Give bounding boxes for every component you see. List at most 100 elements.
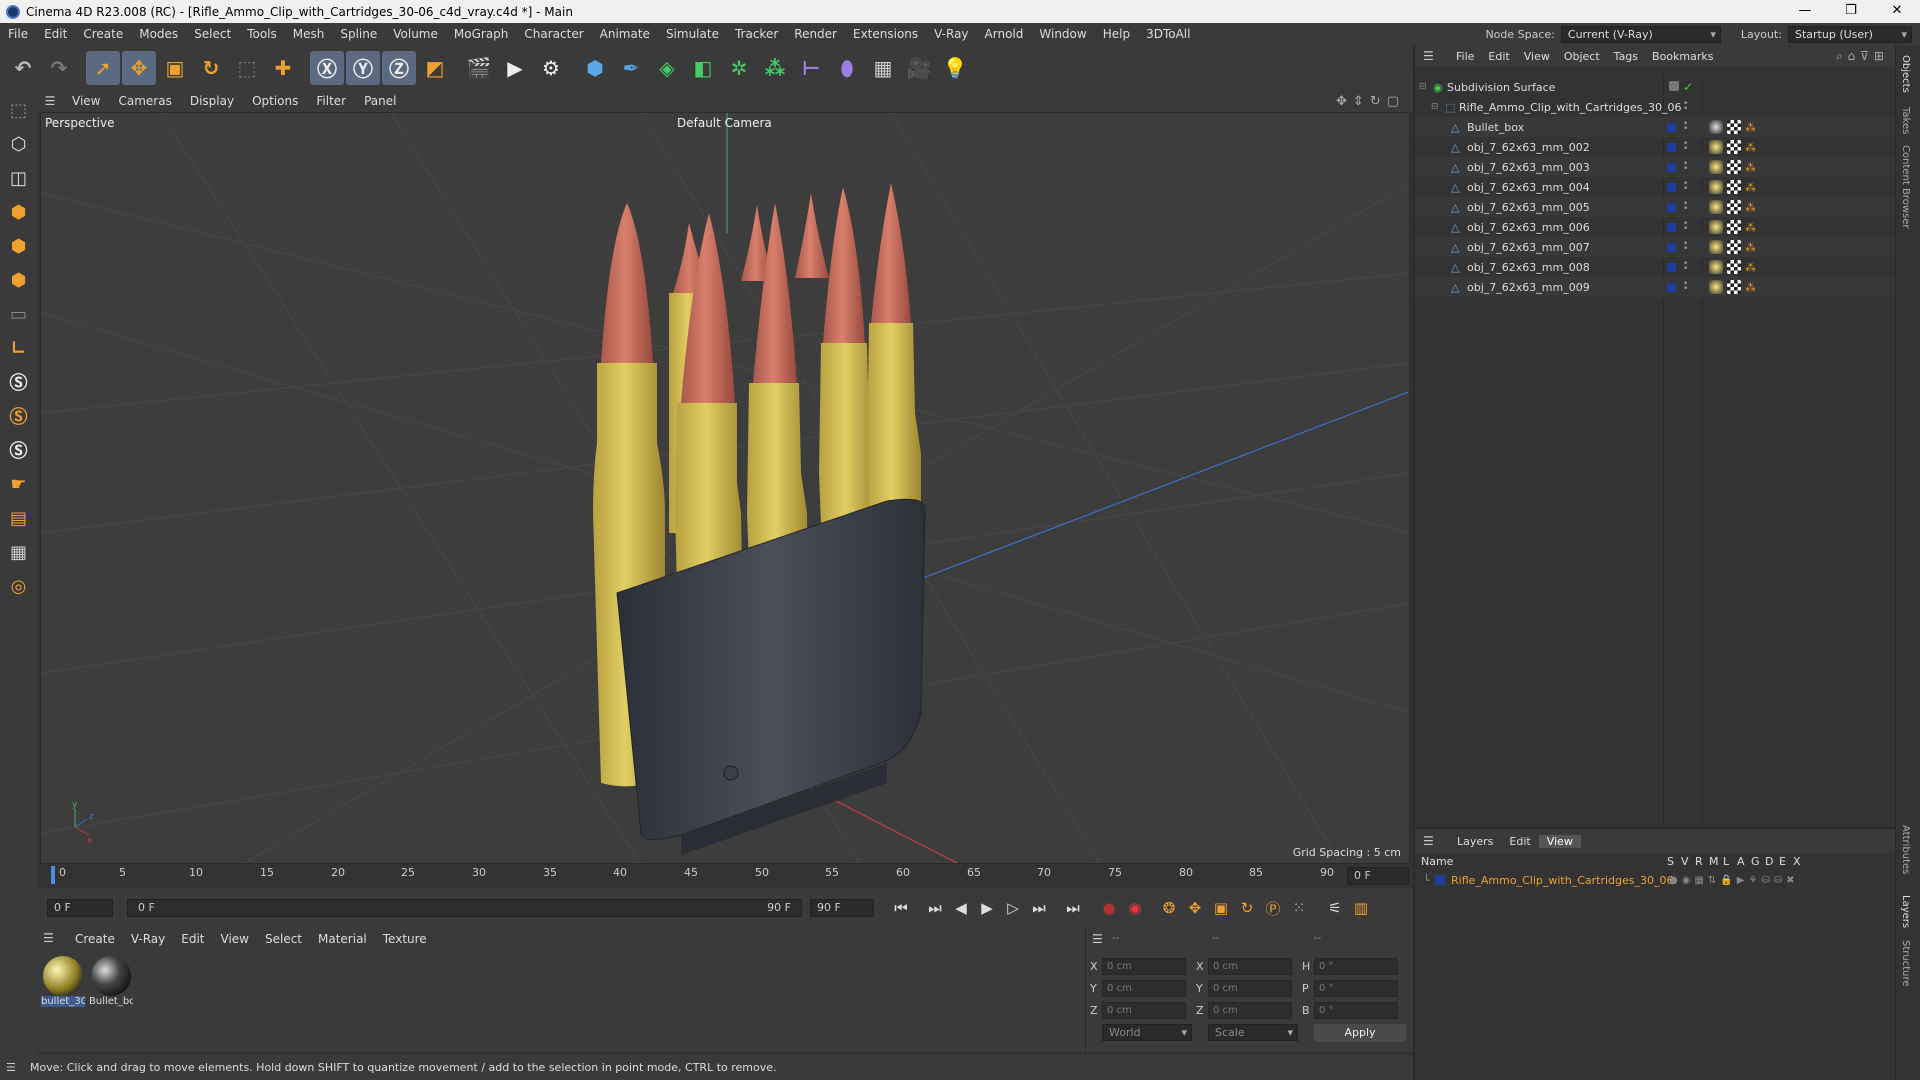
menu-help[interactable]: Help bbox=[1095, 27, 1138, 41]
snap-icon[interactable]: Ⓢ bbox=[3, 366, 35, 398]
material-swatch[interactable]: bullet_30 bbox=[41, 956, 85, 1007]
object-row[interactable]: ⊟ ⬚ Rifle_Ammo_Clip_with_Cartridges_30_0… bbox=[1415, 97, 1897, 117]
material-tag-icon[interactable] bbox=[1709, 200, 1723, 214]
visibility-dots-icon[interactable]: • • bbox=[1683, 160, 1688, 174]
obj-menu-edit[interactable]: Edit bbox=[1481, 50, 1516, 63]
vray-tag-icon[interactable]: ⁂ bbox=[1745, 181, 1756, 194]
point-level-icon[interactable]: ⁙ bbox=[1286, 895, 1312, 921]
vp-menu-options[interactable]: Options bbox=[243, 94, 307, 108]
extrude-generator-icon[interactable]: ◧ bbox=[686, 51, 720, 85]
camera-icon[interactable]: 🎥 bbox=[902, 51, 936, 85]
object-row[interactable]: ⊟ ◉ Subdivision Surface ✓ bbox=[1415, 77, 1897, 97]
coordinate-space-dropdown[interactable]: World bbox=[1102, 1024, 1192, 1041]
layer-color-swatch[interactable] bbox=[1667, 243, 1676, 252]
texture-tag-icon[interactable] bbox=[1727, 200, 1741, 214]
size-y-field[interactable]: 0 cm bbox=[1208, 980, 1292, 997]
next-frame-icon[interactable]: ▷ bbox=[1000, 895, 1026, 921]
maximize-button[interactable]: ❐ bbox=[1828, 0, 1874, 23]
visibility-dots-icon[interactable]: • • bbox=[1683, 140, 1688, 154]
coordinates-menu-icon[interactable]: ☰ bbox=[1092, 932, 1103, 946]
layer-color-swatch[interactable] bbox=[1669, 81, 1679, 91]
layer-color-swatch[interactable] bbox=[1667, 123, 1676, 132]
solo-icon[interactable]: ◎ bbox=[3, 570, 35, 602]
close-button[interactable]: ✕ bbox=[1874, 0, 1920, 23]
enabled-check-icon[interactable]: ✓ bbox=[1683, 80, 1693, 94]
mat-menu-vray[interactable]: V-Ray bbox=[123, 932, 173, 946]
obj-menu-tags[interactable]: Tags bbox=[1607, 50, 1645, 63]
material-menu-icon[interactable]: ☰ bbox=[43, 931, 54, 945]
layer-color-swatch[interactable] bbox=[1667, 163, 1676, 172]
previous-frame-icon[interactable]: ◀ bbox=[948, 895, 974, 921]
tab-layers[interactable]: Layers bbox=[1900, 895, 1911, 928]
texture-tag-icon[interactable] bbox=[1727, 120, 1741, 134]
add-object-icon[interactable]: ✚ bbox=[266, 51, 300, 85]
timeline-window-icon[interactable]: ⚟ bbox=[1322, 895, 1348, 921]
layer-color-swatch[interactable] bbox=[1667, 203, 1676, 212]
vray-tag-icon[interactable]: ⁂ bbox=[1745, 141, 1756, 154]
mat-menu-edit[interactable]: Edit bbox=[173, 932, 212, 946]
live-selection-icon[interactable]: ⬚ bbox=[230, 51, 264, 85]
vray-tag-icon[interactable]: ⁂ bbox=[1745, 201, 1756, 214]
minimize-button[interactable]: — bbox=[1782, 0, 1828, 23]
keyframe-selection-icon[interactable]: ❂ bbox=[1156, 895, 1182, 921]
autokey-icon[interactable]: ◉ bbox=[1122, 895, 1148, 921]
make-editable-icon[interactable]: ⬚ bbox=[3, 94, 35, 126]
mat-menu-view[interactable]: View bbox=[213, 932, 257, 946]
obj-menu-view[interactable]: View bbox=[1517, 50, 1557, 63]
move-tool-icon[interactable]: ✥ bbox=[122, 50, 156, 85]
visibility-dots-icon[interactable]: • • bbox=[1683, 200, 1688, 214]
status-menu-icon[interactable]: ☰ bbox=[6, 1061, 16, 1074]
menu-window[interactable]: Window bbox=[1031, 27, 1094, 41]
object-row[interactable]: △ obj_7_62x63_mm_003 • • ⁂ bbox=[1415, 157, 1897, 177]
material-tag-icon[interactable] bbox=[1709, 280, 1723, 294]
object-row[interactable]: △ obj_7_62x63_mm_005 • • ⁂ bbox=[1415, 197, 1897, 217]
coordinate-system-icon[interactable]: ◩ bbox=[418, 51, 452, 85]
layer-color-swatch[interactable] bbox=[1667, 223, 1676, 232]
layer-color-swatch[interactable] bbox=[1667, 283, 1676, 292]
z-axis-lock-icon[interactable]: Ⓩ bbox=[382, 50, 416, 85]
layer-color-swatch[interactable] bbox=[1667, 183, 1676, 192]
position-track-icon[interactable]: ✥ bbox=[1182, 895, 1208, 921]
texture-tag-icon[interactable] bbox=[1727, 180, 1741, 194]
playhead[interactable] bbox=[51, 866, 55, 884]
edges-mode-icon[interactable]: ⬢ bbox=[3, 230, 35, 262]
layers-menu-icon[interactable]: ☰ bbox=[1423, 834, 1434, 848]
x-axis-lock-icon[interactable]: Ⓧ bbox=[310, 50, 344, 85]
mat-menu-create[interactable]: Create bbox=[67, 932, 123, 946]
floor-icon[interactable]: ▦ bbox=[866, 51, 900, 85]
material-swatch[interactable]: Bullet_bc bbox=[89, 956, 133, 1007]
menu-extensions[interactable]: Extensions bbox=[845, 27, 926, 41]
position-y-field[interactable]: 0 cm bbox=[1102, 980, 1186, 997]
play-icon[interactable]: ▶ bbox=[974, 895, 1000, 921]
rotation-p-field[interactable]: 0 ° bbox=[1314, 980, 1398, 997]
vray-tag-icon[interactable]: ⁂ bbox=[1745, 261, 1756, 274]
vp-menu-view[interactable]: View bbox=[63, 94, 109, 108]
y-axis-lock-icon[interactable]: Ⓨ bbox=[346, 50, 380, 85]
menu-simulate[interactable]: Simulate bbox=[658, 27, 727, 41]
cube-primitive-icon[interactable]: ⬢ bbox=[578, 51, 612, 85]
workplane-icon[interactable]: ▤ bbox=[3, 502, 35, 534]
rotation-track-icon[interactable]: ↻ bbox=[1234, 895, 1260, 921]
rotation-b-field[interactable]: 0 ° bbox=[1314, 1002, 1398, 1019]
light-icon[interactable]: 💡 bbox=[938, 51, 972, 85]
texture-tag-icon[interactable] bbox=[1727, 280, 1741, 294]
layer-menu-edit[interactable]: Edit bbox=[1501, 835, 1538, 848]
visibility-dots-icon[interactable]: • • bbox=[1683, 260, 1688, 274]
texture-tag-icon[interactable] bbox=[1727, 160, 1741, 174]
render-view-icon[interactable]: 🎬 bbox=[462, 51, 496, 85]
object-row[interactable]: △ obj_7_62x63_mm_007 • • ⁂ bbox=[1415, 237, 1897, 257]
menu-3dtoall[interactable]: 3DToAll bbox=[1138, 27, 1198, 41]
vray-tag-icon[interactable]: ⁂ bbox=[1745, 221, 1756, 234]
workplane-snap-icon[interactable]: Ⓢ bbox=[3, 434, 35, 466]
material-tag-icon[interactable] bbox=[1709, 260, 1723, 274]
vp-menu-filter[interactable]: Filter bbox=[307, 94, 355, 108]
mograph-icon[interactable]: ⁂ bbox=[758, 51, 792, 85]
viewport-menu-icon[interactable]: ☰ bbox=[37, 94, 63, 108]
menu-select[interactable]: Select bbox=[186, 27, 239, 41]
layer-color-swatch[interactable] bbox=[1667, 263, 1676, 272]
vp-menu-display[interactable]: Display bbox=[181, 94, 243, 108]
menu-create[interactable]: Create bbox=[75, 27, 131, 41]
go-to-end-icon[interactable]: ⏭ bbox=[1060, 895, 1086, 921]
deformer-icon[interactable]: ⊢ bbox=[794, 51, 828, 85]
pen-spline-icon[interactable]: ✒ bbox=[614, 51, 648, 85]
